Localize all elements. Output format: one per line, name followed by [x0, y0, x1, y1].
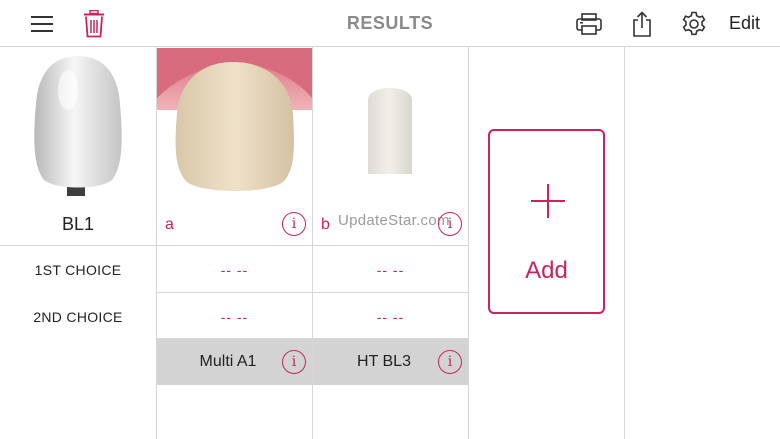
sample-b-result: HT BL3 — [357, 353, 411, 370]
sample-a-first-choice: -- -- — [220, 262, 249, 278]
sample-a-result: Multi A1 — [199, 353, 257, 370]
first-choice-label: 1ST CHOICE — [34, 262, 122, 278]
add-label: Add — [525, 257, 568, 284]
info-icon[interactable]: i — [282, 350, 306, 374]
add-button[interactable]: Add — [488, 129, 605, 314]
edit-button[interactable]: Edit — [729, 13, 760, 34]
info-icon[interactable]: i — [282, 212, 306, 236]
sample-b-second-choice: -- -- — [376, 309, 405, 325]
top-bar: RESULTS Edit — [0, 0, 780, 47]
sample-b-first-choice: -- -- — [376, 262, 405, 278]
sample-a-letter: a — [165, 216, 174, 233]
settings-gear-icon[interactable] — [679, 9, 709, 39]
second-choice-label: 2ND CHOICE — [33, 309, 123, 325]
info-icon[interactable]: i — [438, 212, 462, 236]
watermark: UpdateStar.com — [338, 212, 450, 229]
plus-icon — [530, 183, 566, 219]
divider — [624, 47, 625, 439]
page-title: RESULTS — [346, 13, 434, 33]
divider — [156, 292, 468, 293]
share-icon[interactable] — [627, 9, 657, 39]
print-icon[interactable] — [574, 9, 604, 39]
sample-b-letter: b — [321, 216, 330, 233]
sample-a-second-choice: -- -- — [220, 309, 249, 325]
info-icon[interactable]: i — [438, 350, 462, 374]
reference-label: BL1 — [61, 214, 95, 234]
divider — [468, 47, 469, 439]
